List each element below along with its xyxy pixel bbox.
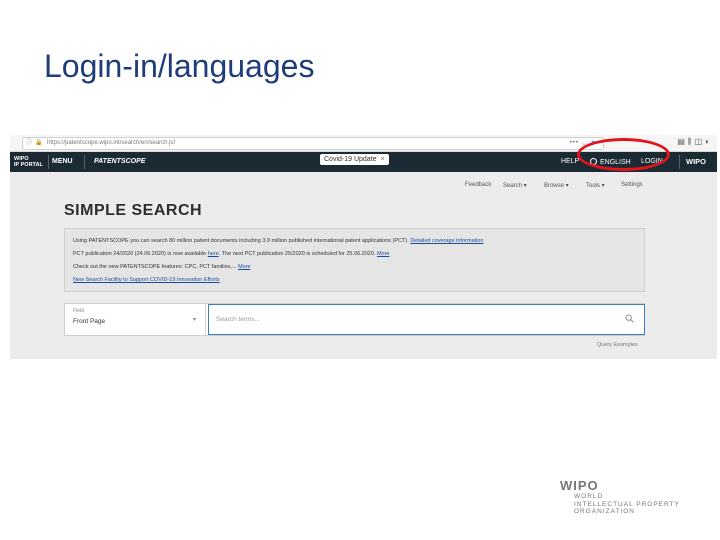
info-panel: Using PATENTSCOPE you can search 80 mill… [64, 228, 645, 292]
covid-search-link[interactable]: New Search Facility to Support COVID-19 … [73, 277, 220, 283]
lock-icon: 🔒 [35, 140, 43, 146]
page-actions-icon[interactable]: ••• [570, 140, 579, 146]
nav-settings[interactable]: Settings [621, 182, 643, 188]
close-icon[interactable]: × [381, 156, 385, 163]
info-line: Using PATENTSCOPE you can search 80 mill… [73, 238, 484, 244]
url-text: https://patentscope.wipo.int/search/en/s… [47, 140, 176, 146]
nav-feedback[interactable]: Feedback [465, 182, 491, 188]
divider [205, 304, 206, 335]
info-icon: ⓘ [26, 140, 33, 146]
help-link[interactable]: HELP [561, 158, 579, 165]
reader-icon[interactable]: ▤ [677, 137, 688, 146]
nav-tools[interactable]: Tools ▾ [586, 182, 605, 189]
highlight-circle [577, 138, 670, 171]
menu-button[interactable]: MENU [52, 158, 73, 165]
address-bar[interactable]: ⓘ 🔒 https://patentscope.wipo.int/search/e… [22, 137, 604, 150]
slide-title: Login-in/languages [44, 48, 315, 84]
wipo-footer-logo: WIPO WORLD INTELLECTUAL PROPERTY ORGANIZ… [560, 478, 680, 515]
covid-update-button[interactable]: Covid-19 Update × [320, 154, 389, 165]
more-link[interactable]: More [238, 264, 251, 270]
search-placeholder: Search terms... [216, 316, 261, 323]
chevron-down-icon: ▾ [193, 317, 197, 323]
field-value: Front Page [73, 318, 106, 325]
wipo-ip-portal-logo[interactable]: WIPO IP PORTAL [10, 152, 48, 172]
search-form: Field Front Page ▾ Search terms... [64, 303, 645, 336]
sidebar-icon[interactable]: ◫ [695, 137, 706, 146]
browser-screenshot: ⓘ 🔒 https://patentscope.wipo.int/search/e… [10, 135, 717, 359]
coverage-link[interactable]: Detailed coverage information [410, 238, 483, 244]
nav-browse[interactable]: Browse ▾ [544, 182, 569, 189]
library-icon[interactable]: ⫼ [688, 137, 695, 146]
here-link[interactable]: here [208, 251, 219, 257]
patentscope-link[interactable]: PATENTSCOPE [94, 158, 145, 165]
more-link[interactable]: More [377, 251, 390, 257]
wipo-logo[interactable]: WIPO [682, 152, 717, 172]
divider [84, 155, 85, 169]
divider [48, 155, 49, 169]
nav-search[interactable]: Search ▾ [503, 182, 527, 189]
info-line: Check out the new PATENTSCOPE features: … [73, 264, 251, 270]
query-examples-link[interactable]: Query Examples [597, 342, 638, 348]
search-icon[interactable] [625, 314, 634, 323]
search-input[interactable]: Search terms... [208, 304, 645, 335]
divider [679, 155, 680, 169]
page-title: SIMPLE SEARCH [64, 202, 203, 219]
info-line: PCT publication 24/2020 (24.06.2020) is … [73, 251, 390, 257]
field-label: Field [73, 308, 84, 314]
info-line: New Search Facility to Support COVID-19 … [73, 277, 220, 283]
extension-icon[interactable]: ◐ [705, 137, 713, 146]
